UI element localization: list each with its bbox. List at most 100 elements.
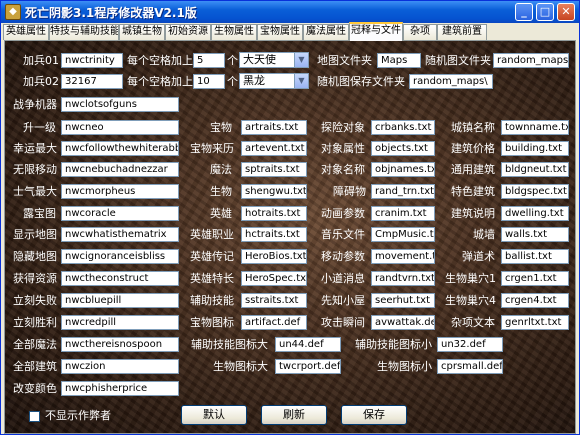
file-field[interactable]: artevent.txt — [241, 141, 307, 156]
file-field[interactable]: shengwu.txt — [241, 184, 307, 199]
tab-hero-attr[interactable]: 英雄属性 — [3, 24, 49, 40]
file-label: 英雄 — [210, 207, 232, 220]
file-field[interactable]: artraits.txt — [241, 120, 307, 135]
main-panel: 加兵01 nwctrinity 每个空格加上 5 个 大天使 ▼ 地图文件夹 Ma… — [4, 40, 576, 434]
tab-artifact-attr[interactable]: 宝物属性 — [257, 24, 303, 40]
hide-author-checkbox[interactable] — [29, 411, 40, 422]
file-field[interactable]: ballist.txt — [501, 249, 569, 264]
file-field[interactable]: CmpMusic.txt — [371, 227, 435, 242]
close-button[interactable]: ✕ — [557, 3, 575, 21]
skill-icon-big-field[interactable]: un44.def — [275, 337, 341, 352]
file-field[interactable]: objects.txt — [371, 141, 435, 156]
map-folder-field[interactable]: Maps — [377, 53, 421, 68]
file-field[interactable]: crgen4.txt — [501, 293, 569, 308]
skill-icon-small-field[interactable]: un32.def — [437, 337, 503, 352]
title-bar[interactable]: ◆ 死亡阴影3.1程序修改器V2.1版 _ □ ✕ — [1, 1, 579, 23]
cheat-field[interactable]: nwclotsofguns — [61, 97, 179, 112]
save-button[interactable]: 保存 — [341, 405, 407, 425]
file-label: 英雄特长 — [190, 272, 234, 285]
file-field[interactable]: HeroSpec.txt — [241, 271, 307, 286]
cheat-field[interactable]: nwcnebuchadnezzar — [61, 162, 179, 177]
cheat-field[interactable]: nwcmorpheus — [61, 184, 179, 199]
file-field[interactable]: cranim.txt — [371, 206, 435, 221]
rand-save-label: 随机图保存文件夹 — [317, 75, 405, 88]
file-label: 对象属性 — [321, 142, 365, 155]
cheat-field[interactable]: nwctheconstruct — [61, 271, 179, 286]
file-field[interactable]: objnames.txt — [371, 162, 435, 177]
file-field[interactable]: hctraits.txt — [241, 227, 307, 242]
tab-skills[interactable]: 特技与辅助技能 — [49, 24, 119, 40]
rand-save-field[interactable]: random_maps\ — [409, 74, 493, 89]
maximize-button[interactable]: □ — [536, 3, 554, 21]
refresh-button[interactable]: 刷新 — [261, 405, 327, 425]
file-label: 攻击瞬间 — [321, 316, 365, 329]
file-field[interactable]: bldgneut.txt — [501, 162, 569, 177]
file-field[interactable]: walls.txt — [501, 227, 569, 242]
unit2-label: 个 — [227, 75, 238, 88]
file-field[interactable]: bldgspec.txt — [501, 184, 569, 199]
cheat-field[interactable]: nwcbluepill — [61, 293, 179, 308]
cheat-label: 无限移动 — [13, 163, 57, 176]
tab-building-prereq[interactable]: 建筑前置 — [437, 24, 487, 40]
cheat-field[interactable]: nwcwhatisthematrix — [61, 227, 179, 242]
creature-icon-small-label: 生物图标小 — [377, 360, 432, 373]
creature-icon-small-field[interactable]: cprsmall.def — [437, 359, 503, 374]
file-field[interactable]: movement.txt — [371, 249, 435, 264]
creature1-select[interactable]: 大天使 ▼ — [239, 52, 309, 68]
file-field[interactable]: townname.txt — [501, 120, 569, 135]
count1-field[interactable]: 5 — [193, 53, 225, 68]
chevron-down-icon: ▼ — [294, 53, 308, 67]
rand-map-field[interactable]: random_maps — [493, 53, 569, 68]
file-field[interactable]: sptraits.txt — [241, 162, 307, 177]
creature-icon-big-field[interactable]: twcrport.def — [275, 359, 341, 374]
file-field[interactable]: seerhut.txt — [371, 293, 435, 308]
file-field[interactable]: randtvrn.txt — [371, 271, 435, 286]
file-label: 弹道术 — [462, 250, 495, 263]
file-label: 通用建筑 — [451, 163, 495, 176]
file-label: 动画参数 — [321, 207, 365, 220]
file-field[interactable]: rand_trn.txt — [371, 184, 435, 199]
file-field[interactable]: dwelling.txt — [501, 206, 569, 221]
app-icon: ◆ — [5, 4, 21, 20]
file-label: 杂项文本 — [451, 316, 495, 329]
file-label: 宝物 — [210, 121, 232, 134]
default-button[interactable]: 默认 — [181, 405, 247, 425]
per-grid1-label: 每个空格加上 — [127, 54, 193, 67]
file-field[interactable]: genrltxt.txt — [501, 315, 569, 330]
add-troop2-field[interactable]: 32167 — [61, 74, 123, 89]
tab-misc[interactable]: 杂项 — [403, 24, 437, 40]
cheat-field[interactable]: nwcignoranceisbliss — [61, 249, 179, 264]
tab-resources[interactable]: 初始资源 — [165, 24, 211, 40]
tab-town-creatures[interactable]: 城镇生物 — [119, 24, 165, 40]
file-field[interactable]: hotraits.txt — [241, 206, 307, 221]
file-field[interactable]: artifact.def — [241, 315, 307, 330]
cheat-field[interactable]: nwcfollowthewhiterabbit — [61, 141, 179, 156]
creature2-select[interactable]: 黑龙 ▼ — [239, 73, 309, 89]
cheat-field[interactable]: nwcthereisnospoon — [61, 337, 179, 352]
file-field[interactable]: avwattak.def — [371, 315, 435, 330]
cheat-label: 露宝图 — [23, 207, 56, 220]
cheat-field[interactable]: nwcoracle — [61, 206, 179, 221]
file-field[interactable]: HeroBios.txt — [241, 249, 307, 264]
file-field[interactable]: crbanks.txt — [371, 120, 435, 135]
tab-creature-attr[interactable]: 生物属性 — [211, 24, 257, 40]
cheat-field[interactable]: nwcphisherprice — [61, 381, 179, 396]
tab-cheats-files[interactable]: 冠释与文件 — [349, 22, 403, 41]
minimize-button[interactable]: _ — [515, 3, 533, 21]
cheat-field[interactable]: nwczion — [61, 359, 179, 374]
tab-magic-attr[interactable]: 魔法属性 — [303, 24, 349, 40]
window-title: 死亡阴影3.1程序修改器V2.1版 — [25, 6, 197, 20]
file-field[interactable]: building.txt — [501, 141, 569, 156]
cheat-field[interactable]: nwcredpill — [61, 315, 179, 330]
per-grid2-label: 每个空格加上 — [127, 75, 193, 88]
cheat-label: 显示地图 — [13, 228, 57, 241]
cheat-label: 获得资源 — [13, 272, 57, 285]
chevron-down-icon: ▼ — [294, 74, 308, 88]
add-troop1-field[interactable]: nwctrinity — [61, 53, 123, 68]
cheat-label: 士气最大 — [13, 185, 57, 198]
count2-field[interactable]: 10 — [193, 74, 225, 89]
file-field[interactable]: crgen1.txt — [501, 271, 569, 286]
cheat-field[interactable]: nwcneo — [61, 120, 179, 135]
file-label: 城镇名称 — [451, 121, 495, 134]
file-field[interactable]: sstraits.txt — [241, 293, 307, 308]
